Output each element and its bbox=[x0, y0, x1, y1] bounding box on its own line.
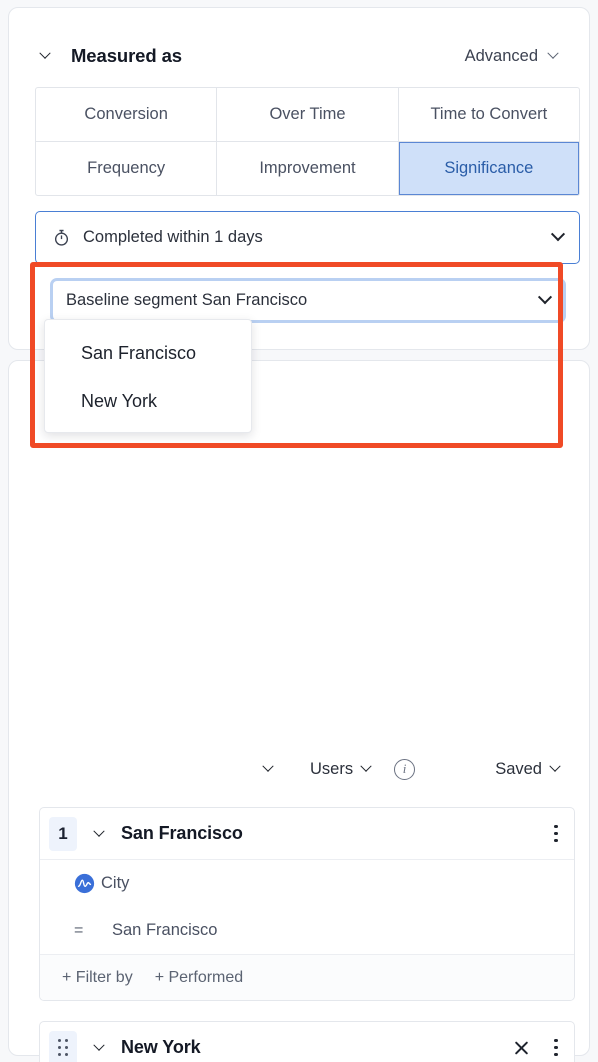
segment-property-name: City bbox=[101, 874, 130, 892]
segment-more-menu[interactable] bbox=[552, 823, 560, 845]
measurement-tab-grid: Conversion Over Time Time to Convert Fre… bbox=[35, 87, 580, 196]
chevron-down-icon bbox=[537, 289, 553, 310]
segment-card: New York City = New York + Filter by bbox=[39, 1021, 575, 1062]
segment-card: 1 San Francisco City = San Francisco + F… bbox=[39, 807, 575, 1001]
advanced-dropdown[interactable]: Advanced bbox=[464, 46, 559, 66]
users-dropdown[interactable]: Users bbox=[310, 759, 372, 779]
users-label: Users bbox=[310, 759, 354, 778]
segment-value-row: = San Francisco bbox=[40, 907, 574, 955]
drag-handle-icon[interactable] bbox=[49, 1030, 77, 1062]
page-title: Measured as bbox=[71, 45, 182, 66]
measured-as-header: Measured as Advanced bbox=[9, 30, 589, 82]
segment-index-badge: 1 bbox=[49, 816, 77, 851]
baseline-segment-dropdown-menu: San Francisco New York bbox=[44, 319, 252, 433]
info-icon[interactable]: i bbox=[394, 758, 416, 780]
segment-type-caret[interactable] bbox=[262, 760, 274, 778]
chevron-down-icon bbox=[550, 226, 566, 247]
add-performed-button[interactable]: + Performed bbox=[155, 969, 243, 987]
tab-significance[interactable]: Significance bbox=[398, 142, 579, 195]
tab-conversion[interactable]: Conversion bbox=[36, 88, 217, 141]
dropdown-option-new-york[interactable]: New York bbox=[45, 377, 251, 425]
segment-collapse-toggle[interactable] bbox=[93, 1039, 105, 1052]
baseline-segment-label: Baseline segment San Francisco bbox=[66, 291, 308, 309]
app-root: Measured as Advanced Conversion Over Tim… bbox=[0, 0, 598, 1062]
tab-frequency[interactable]: Frequency bbox=[36, 142, 217, 195]
segment-toolbar: Users i Saved bbox=[9, 746, 589, 792]
segment-header: 1 San Francisco bbox=[40, 808, 574, 860]
add-filter-by-button[interactable]: + Filter by bbox=[62, 969, 133, 987]
segment-operator: = bbox=[74, 921, 84, 939]
chevron-down-icon bbox=[360, 760, 372, 772]
segment-more-menu[interactable] bbox=[552, 1037, 560, 1059]
segment-title: New York bbox=[121, 1037, 201, 1057]
amplitude-icon bbox=[74, 873, 95, 894]
measured-as-collapse-toggle[interactable] bbox=[39, 47, 65, 60]
completed-within-select[interactable]: Completed within 1 days bbox=[35, 211, 580, 264]
chevron-down-icon bbox=[547, 47, 559, 59]
remove-segment-button[interactable] bbox=[513, 1039, 530, 1056]
tab-time-to-convert[interactable]: Time to Convert bbox=[398, 88, 579, 141]
advanced-label: Advanced bbox=[464, 46, 538, 65]
segment-value[interactable]: San Francisco bbox=[112, 921, 217, 940]
baseline-segment-select[interactable]: Baseline segment San Francisco bbox=[50, 278, 566, 323]
completed-within-label: Completed within 1 days bbox=[83, 228, 263, 246]
segment-footer: + Filter by + Performed bbox=[40, 955, 574, 1000]
stopwatch-icon bbox=[54, 229, 69, 246]
dropdown-option-san-francisco[interactable]: San Francisco bbox=[45, 329, 251, 377]
segment-collapse-toggle[interactable] bbox=[93, 825, 105, 838]
tab-improvement[interactable]: Improvement bbox=[217, 142, 398, 195]
measured-as-panel: Measured as Advanced Conversion Over Tim… bbox=[8, 7, 590, 350]
tab-over-time[interactable]: Over Time bbox=[217, 88, 398, 141]
segment-title: San Francisco bbox=[121, 823, 243, 843]
segments-panel: Users i Saved 1 San Francisco City = San… bbox=[8, 360, 590, 1062]
chevron-down-icon bbox=[39, 47, 51, 59]
segment-property-row: City bbox=[40, 860, 574, 907]
segment-header: New York bbox=[40, 1022, 574, 1062]
saved-dropdown[interactable]: Saved bbox=[495, 759, 561, 779]
saved-label: Saved bbox=[495, 759, 542, 778]
chevron-down-icon bbox=[549, 760, 561, 772]
